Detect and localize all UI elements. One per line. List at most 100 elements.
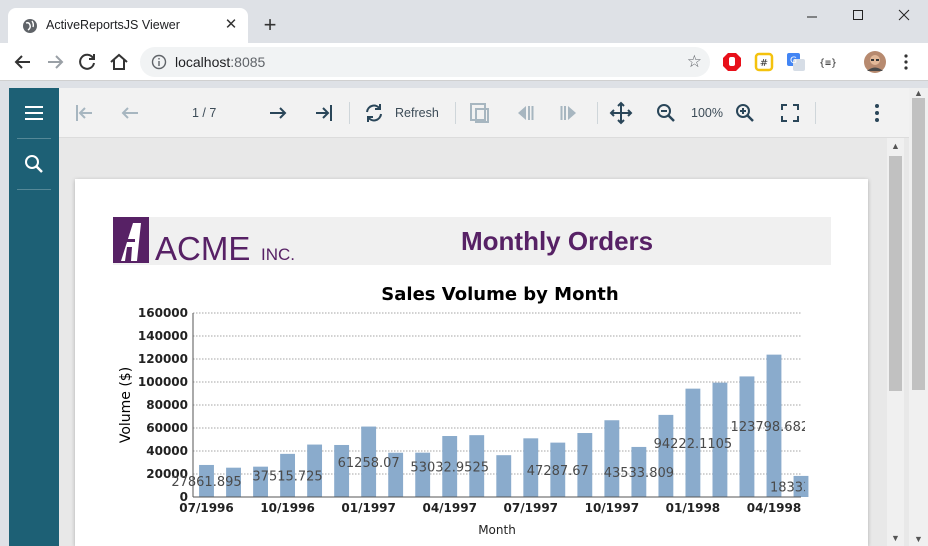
x-tick-label: 04/1997 [422,501,476,515]
forward-arrow-icon[interactable] [42,49,68,75]
logo-suffix: INC. [261,245,295,264]
last-page-icon[interactable] [311,100,337,126]
browser-titlebar: ActiveReportsJS Viewer ✕ + [0,0,928,43]
svg-text:{≡}: {≡} [819,58,837,69]
profile-avatar-icon[interactable] [864,51,886,73]
toolbar-divider [815,102,816,124]
scroll-up-icon[interactable]: ▲ [912,88,925,98]
hash-extension-icon[interactable]: # [754,52,774,72]
report-page: ACME INC. Monthly Orders Sales Volume by… [75,179,868,546]
json-extension-icon[interactable]: {≡} [818,52,838,72]
x-tick-label: 10/1997 [585,501,639,515]
x-axis-ticks: 07/1996 10/1996 01/1997 04/1997 07/1997 10/19… [179,501,801,515]
data-label: 18333.63 [770,480,832,495]
new-tab-button[interactable]: + [258,13,282,37]
logo-text: ACME [155,230,250,265]
tab-close-icon[interactable]: ✕ [222,16,240,34]
browser-toolbar: localhost:8085 ☆ # G {≡} [0,43,928,81]
url-port: :8085 [230,54,266,70]
search-icon[interactable] [21,151,47,177]
previous-page-icon[interactable] [117,100,143,126]
sidebar-divider [17,138,51,139]
toolbar-divider [349,102,350,124]
scroll-down-icon[interactable]: ▼ [889,532,902,544]
data-label: 61258.07 [338,456,400,471]
next-page-icon[interactable] [265,100,291,126]
x-tick-label: 01/1997 [341,501,395,515]
close-window-button[interactable] [892,6,916,26]
refresh-icon[interactable] [361,100,387,126]
translate-extension-icon[interactable]: G [786,52,806,72]
y-tick-label: 100000 [138,375,188,389]
page-scrollbar[interactable]: ▲ ▼ [909,88,928,546]
page-scrollbar-thumb[interactable] [912,98,925,390]
reload-icon[interactable] [74,49,100,75]
hamburger-menu-icon[interactable] [21,100,47,126]
url-text: localhost:8085 [175,54,265,70]
bar-10/1997 [604,420,620,497]
minimize-icon [807,16,817,18]
first-page-icon[interactable] [71,100,97,126]
close-icon [898,9,910,21]
data-label: 123798.6825 [731,420,818,435]
continuous-back-icon[interactable] [511,100,537,126]
data-label: 53032.9525 [410,461,489,476]
acme-logo: ACME INC. [113,217,295,265]
report-title: Monthly Orders [461,226,654,256]
sidebar-divider [17,189,51,190]
bar-12/1997 [658,414,674,497]
zoom-in-icon[interactable] [732,100,758,126]
chart-title: Sales Volume by Month [381,284,618,305]
bar-06/1997 [496,455,512,497]
y-axis-label: Volume ($) [118,367,134,443]
adblock-extension-icon[interactable] [722,52,742,72]
viewer-toolbar: 1 / 7 Refresh 100% [59,88,928,138]
continuous-forward-icon[interactable] [557,100,583,126]
x-axis-label: Month [478,523,516,537]
back-arrow-icon[interactable] [10,49,36,75]
fullscreen-icon[interactable] [777,100,803,126]
y-tick-label: 120000 [138,352,188,366]
svg-text:#: # [760,58,768,69]
maximize-button[interactable] [846,6,870,26]
more-options-icon[interactable] [864,100,890,126]
scroll-up-icon[interactable]: ▲ [889,140,902,152]
sales-volume-chart: Sales Volume by Month 020000400006000080… [118,284,832,537]
toolbar-divider [597,102,598,124]
y-tick-label: 140000 [138,329,188,343]
y-tick-label: 60000 [146,421,188,435]
scroll-down-icon[interactable]: ▼ [912,534,925,544]
page-indicator[interactable]: 1 / 7 [192,106,216,120]
bar-12/1996 [334,444,350,497]
pan-move-icon[interactable] [608,100,634,126]
browser-tab[interactable]: ActiveReportsJS Viewer ✕ [8,8,248,43]
data-label: 37515.725 [252,469,322,484]
minimize-button[interactable] [800,6,824,26]
zoom-level[interactable]: 100% [691,106,723,120]
data-label: 94222.1105 [654,437,733,452]
scrollbar-thumb[interactable] [889,156,902,391]
refresh-button[interactable]: Refresh [395,106,439,120]
kebab-menu-icon[interactable] [896,52,916,72]
svg-text:G: G [790,56,797,66]
globe-icon [23,19,37,33]
info-icon[interactable] [151,54,167,70]
url-host: localhost [175,54,231,70]
report-header: ACME INC. Monthly Orders [113,217,831,265]
back-to-parent-icon[interactable] [467,100,493,126]
viewer-sidebar [9,88,59,546]
y-tick-label: 80000 [146,398,188,412]
maximize-icon [853,10,863,20]
viewer-scrollbar[interactable]: ▲ ▼ [887,138,904,546]
data-label: 47287.67 [527,464,589,479]
data-label: 27861.895 [171,475,241,490]
bar-03/1998 [739,376,755,497]
x-tick-label: 07/1997 [504,501,558,515]
home-icon[interactable] [106,49,132,75]
address-bar[interactable]: localhost:8085 ☆ [140,47,710,77]
toolbar-divider [455,102,456,124]
x-tick-label: 07/1996 [179,501,233,515]
bookmark-star-icon[interactable]: ☆ [687,52,702,72]
tab-title: ActiveReportsJS Viewer [46,18,180,32]
zoom-out-icon[interactable] [653,100,679,126]
